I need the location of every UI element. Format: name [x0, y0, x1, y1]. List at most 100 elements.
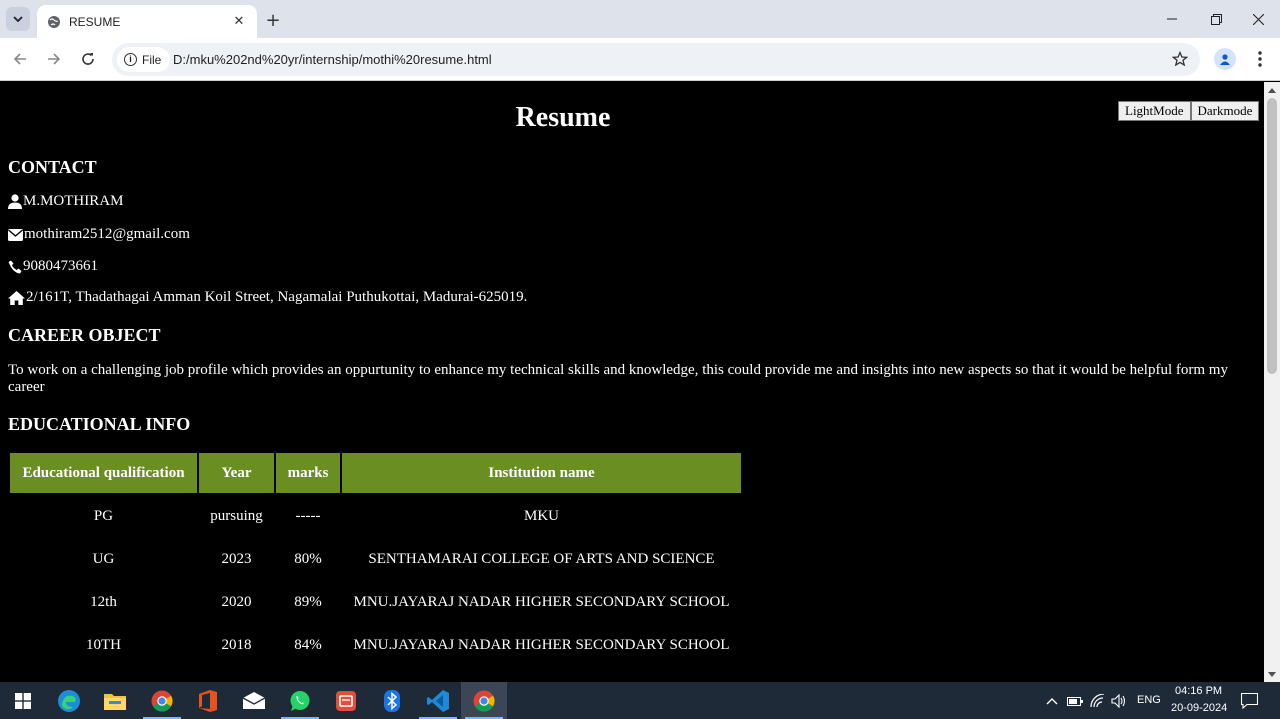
clock-date[interactable]: 20-09-2024 [1171, 702, 1227, 714]
reload-icon [82, 53, 94, 65]
speaker-icon [1111, 694, 1126, 708]
bookmark-star-button[interactable] [1170, 49, 1190, 69]
arrow-right-icon [48, 53, 61, 65]
triangle-up-icon [1268, 87, 1276, 93]
table-cell: 12th [90, 594, 117, 610]
table-cell: UG [92, 551, 115, 567]
education-heading: EDUCATIONAL INFO [8, 414, 191, 434]
close-window-button[interactable] [1236, 0, 1280, 38]
table-cell: 2020 [221, 594, 252, 610]
browser-menu-button[interactable] [1250, 48, 1270, 70]
contact-email-line: mothiram2512@gmail.com [8, 226, 190, 243]
scrollbar-thumb[interactable] [1267, 98, 1277, 374]
taskbar-office[interactable] [185, 682, 231, 719]
reload-button[interactable] [76, 47, 100, 71]
contact-name: M.MOTHIRAM [23, 193, 124, 209]
triangle-down-icon [1268, 671, 1276, 677]
taskbar-vscode[interactable] [415, 682, 461, 719]
wps-icon [336, 690, 356, 711]
clock-time[interactable]: 04:16 PM [1175, 685, 1222, 697]
browser-tab[interactable]: RESUME ✕ [37, 5, 257, 38]
battery-status[interactable] [1066, 692, 1084, 710]
taskbar-mail[interactable] [231, 682, 277, 719]
show-hidden-icons-button[interactable] [1043, 692, 1061, 710]
input-language[interactable]: ENG [1137, 694, 1161, 706]
site-info-chip[interactable]: i File [117, 47, 171, 72]
theme-buttons: LightMode Darkmode [1118, 101, 1260, 121]
profile-button[interactable] [1214, 48, 1236, 70]
column-header: Institution name [342, 453, 741, 493]
start-button[interactable] [0, 682, 46, 719]
chevron-down-icon [13, 16, 23, 22]
close-tab-icon[interactable]: ✕ [229, 12, 249, 32]
table-cell: MNU.JAYARAJ NADAR HIGHER SECONDARY SCHOO… [353, 594, 730, 610]
taskbar-whatsapp[interactable] [277, 682, 323, 719]
education-table: Educational qualification Year marks Ins… [8, 451, 743, 668]
bluetooth-icon [384, 689, 400, 712]
globe-icon [47, 15, 61, 29]
table-cell: PG [93, 507, 114, 524]
vertical-scrollbar[interactable] [1264, 82, 1280, 682]
page-viewport: Resume LightMode Darkmode CONTACT M.MOTH… [0, 82, 1264, 682]
url-text[interactable]: D:/mku%202nd%20yr/internship/mothi%20res… [173, 52, 492, 67]
info-icon: i [124, 53, 137, 66]
contact-email: mothiram2512@gmail.com [24, 226, 190, 242]
back-button[interactable] [8, 47, 32, 71]
notification-center-button[interactable] [1240, 692, 1258, 710]
whatsapp-icon [290, 690, 310, 711]
tab-title: RESUME [69, 14, 121, 29]
address-bar[interactable]: i File D:/mku%202nd%20yr/internship/moth… [112, 43, 1200, 76]
table-cell: MNU.JAYARAJ NADAR HIGHER SECONDARY SCHOO… [353, 637, 730, 653]
table-cell: 2023 [221, 551, 252, 567]
windows-logo-icon [15, 692, 31, 709]
taskbar-wps[interactable] [323, 682, 369, 719]
more-vertical-icon [1258, 51, 1262, 67]
forward-button[interactable] [42, 47, 66, 71]
tab-search-button[interactable] [6, 7, 30, 31]
volume-control[interactable] [1110, 692, 1128, 710]
new-tab-button[interactable]: + [262, 9, 284, 31]
restore-button[interactable] [1194, 0, 1238, 38]
career-objective-text: To work on a challenging job profile whi… [8, 362, 1228, 395]
contact-name-line: M.MOTHIRAM [8, 193, 123, 210]
table-row: PG pursuing ----- MKU [10, 495, 741, 537]
dark-mode-button[interactable]: Darkmode [1190, 101, 1260, 121]
phone-icon [8, 260, 22, 273]
scroll-up-arrow[interactable] [1264, 82, 1280, 98]
minimize-icon [1167, 18, 1177, 20]
taskbar-chrome-active[interactable] [461, 682, 507, 719]
site-chip-label: File [142, 52, 162, 67]
folder-icon [104, 693, 126, 710]
table-cell: 10TH [86, 637, 121, 653]
home-icon [8, 290, 25, 305]
envelope-icon [8, 228, 23, 241]
column-header: Year [199, 453, 274, 493]
vscode-icon [427, 689, 449, 712]
contact-heading: CONTACT [8, 157, 97, 177]
table-row: 10TH 2018 84% MNU.JAYARAJ NADAR HIGHER S… [10, 625, 741, 666]
scroll-down-arrow[interactable] [1264, 666, 1280, 682]
office-icon [199, 689, 217, 712]
taskbar-file-explorer[interactable] [92, 682, 138, 719]
table-cell: 89% [294, 594, 322, 610]
table-header-row: Educational qualification Year marks Ins… [10, 453, 741, 493]
person-icon [1220, 54, 1230, 65]
wifi-icon [1090, 694, 1105, 708]
taskbar-edge[interactable] [46, 682, 92, 719]
taskbar-chrome[interactable] [139, 682, 185, 719]
network-status[interactable] [1089, 692, 1107, 710]
taskbar-bluetooth[interactable] [369, 682, 415, 719]
close-icon [1252, 13, 1264, 25]
contact-phone: 9080473661 [23, 258, 98, 274]
table-cell: 84% [294, 637, 322, 653]
table-cell: MKU [523, 507, 559, 524]
page-title: Resume [515, 102, 611, 133]
restore-icon [1210, 13, 1222, 25]
table-cell: SENTHAMARAI COLLEGE OF ARTS AND SCIENCE [368, 551, 715, 567]
battery-icon [1067, 696, 1083, 706]
minimize-button[interactable] [1150, 0, 1194, 38]
table-row: UG 2023 80% SENTHAMARAI COLLEGE OF ARTS … [10, 539, 741, 580]
table-cell: pursuing [210, 507, 263, 524]
table-cell: 2018 [221, 637, 252, 653]
light-mode-button[interactable]: LightMode [1118, 101, 1191, 121]
